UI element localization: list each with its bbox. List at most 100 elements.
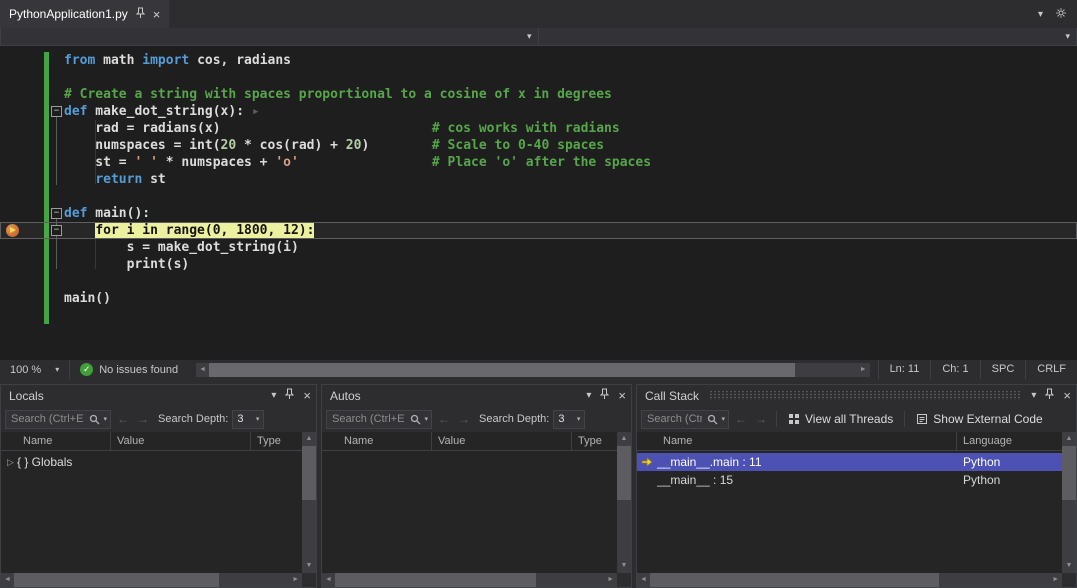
zoom-control[interactable]: 100 % ▾: [0, 360, 69, 379]
scroll-up-icon[interactable]: ▲: [618, 432, 631, 446]
code-line[interactable]: # Create a string with spaces proportion…: [0, 86, 1077, 103]
types-dropdown[interactable]: ▾: [0, 28, 539, 46]
table-row[interactable]: ▷{ } Globals: [1, 453, 302, 471]
column-header-value[interactable]: Value: [432, 432, 572, 450]
scrollbar-thumb[interactable]: [1062, 446, 1076, 500]
column-header-value[interactable]: Value: [111, 432, 251, 450]
search-depth-select[interactable]: 3 ▾: [553, 410, 585, 429]
column-indicator[interactable]: Ch: 1: [930, 360, 979, 379]
column-header-name[interactable]: Name: [637, 432, 957, 450]
search-prev-icon[interactable]: ←: [436, 412, 452, 426]
window-options-gear-icon[interactable]: [1055, 7, 1067, 22]
fold-collapse-box[interactable]: −: [51, 106, 62, 117]
code-line[interactable]: numspaces = int(20 * cos(rad) + 20) # Sc…: [0, 137, 1077, 154]
autos-title-bar[interactable]: Autos ▾ ×: [322, 385, 631, 406]
code-line[interactable]: def make_dot_string(x): ▸: [0, 103, 1077, 120]
search-input[interactable]: [9, 412, 86, 426]
scroll-right-icon[interactable]: ►: [1049, 573, 1062, 587]
scroll-left-icon[interactable]: ◄: [322, 573, 335, 587]
column-header-name[interactable]: Name: [322, 432, 432, 450]
search-prev-icon[interactable]: ←: [115, 412, 131, 426]
search-next-icon[interactable]: →: [135, 412, 151, 426]
line-ending-indicator[interactable]: CRLF: [1025, 360, 1077, 379]
stack-frame-row[interactable]: __main__.main : 11Python: [637, 453, 1062, 471]
chevron-down-icon[interactable]: ▾: [424, 415, 428, 423]
call-stack-search-box[interactable]: ▾: [641, 410, 729, 429]
scroll-left-icon[interactable]: ◄: [637, 573, 650, 587]
code-line[interactable]: [0, 69, 1077, 86]
scroll-down-icon[interactable]: ▼: [303, 559, 316, 573]
breakpoint-current-statement-icon[interactable]: [6, 224, 19, 237]
scrollbar-thumb[interactable]: [302, 446, 316, 500]
horizontal-scrollbar[interactable]: ◄ ►: [322, 573, 617, 587]
code-line[interactable]: s = make_dot_string(i): [0, 239, 1077, 256]
locals-search-box[interactable]: ▾: [5, 410, 111, 429]
column-header-name[interactable]: Name: [1, 432, 111, 450]
code-line[interactable]: from math import cos, radians: [0, 52, 1077, 69]
code-line[interactable]: return st: [0, 171, 1077, 188]
vertical-scrollbar[interactable]: ▲ ▼: [1062, 432, 1076, 573]
column-header-type[interactable]: Type: [251, 432, 302, 450]
vertical-scrollbar[interactable]: ▲ ▼: [617, 432, 631, 573]
search-prev-icon[interactable]: ←: [733, 412, 749, 426]
document-health-indicator[interactable]: ✓ No issues found: [70, 363, 188, 376]
vertical-scrollbar[interactable]: ▲ ▼: [302, 432, 316, 573]
active-files-chevron-icon[interactable]: ▾: [1038, 9, 1043, 20]
code-line[interactable]: main(): [0, 290, 1077, 307]
scroll-down-icon[interactable]: ▼: [1063, 559, 1076, 573]
pin-icon[interactable]: [1045, 388, 1054, 403]
search-depth-select[interactable]: 3 ▾: [232, 410, 264, 429]
scroll-down-icon[interactable]: ▼: [618, 559, 631, 573]
locals-title-bar[interactable]: Locals ▾ ×: [1, 385, 316, 406]
scroll-right-icon[interactable]: ►: [857, 363, 870, 377]
autos-search-box[interactable]: ▾: [326, 410, 432, 429]
drag-grip[interactable]: [709, 391, 1021, 400]
scrollbar-thumb[interactable]: [14, 573, 219, 587]
pin-icon[interactable]: [600, 388, 609, 403]
horizontal-scrollbar[interactable]: ◄ ►: [1, 573, 302, 587]
window-position-chevron-icon[interactable]: ▾: [271, 390, 276, 401]
chevron-down-icon[interactable]: ▾: [103, 415, 107, 423]
chevron-down-icon[interactable]: ▾: [721, 415, 725, 423]
close-icon[interactable]: ×: [303, 389, 311, 402]
call-stack-title-bar[interactable]: Call Stack ▾ ×: [637, 385, 1076, 406]
code-line[interactable]: [0, 273, 1077, 290]
search-next-icon[interactable]: →: [753, 412, 769, 426]
scroll-up-icon[interactable]: ▲: [303, 432, 316, 446]
close-icon[interactable]: ×: [618, 389, 626, 402]
pin-icon[interactable]: [136, 7, 145, 22]
scroll-left-icon[interactable]: ◄: [1, 573, 14, 587]
fold-collapse-box[interactable]: −: [51, 225, 62, 236]
code-line[interactable]: for i in range(0, 1800, 12):: [0, 222, 1077, 239]
code-line[interactable]: rad = radians(x) # cos works with radian…: [0, 120, 1077, 137]
scrollbar-thumb[interactable]: [617, 446, 631, 500]
members-dropdown[interactable]: ▾: [539, 28, 1077, 46]
code-line[interactable]: st = ' ' * numspaces + 'o' # Place 'o' a…: [0, 154, 1077, 171]
pin-icon[interactable]: [285, 388, 294, 403]
scrollbar-thumb[interactable]: [335, 573, 536, 587]
close-icon[interactable]: ×: [1063, 389, 1071, 402]
line-indicator[interactable]: Ln: 11: [878, 360, 931, 379]
show-external-code-button[interactable]: Show External Code: [912, 412, 1046, 426]
scroll-up-icon[interactable]: ▲: [1063, 432, 1076, 446]
scrollbar-thumb[interactable]: [209, 363, 795, 377]
stack-frame-row[interactable]: __main__ : 15Python: [637, 471, 1062, 489]
code-line[interactable]: print(s): [0, 256, 1077, 273]
view-all-threads-button[interactable]: View all Threads: [784, 412, 897, 426]
tab-pythonapplication1[interactable]: PythonApplication1.py ×: [0, 0, 169, 28]
scrollbar-thumb[interactable]: [650, 573, 939, 587]
close-icon[interactable]: ×: [153, 8, 161, 21]
column-header-type[interactable]: Type: [572, 432, 617, 450]
window-position-chevron-icon[interactable]: ▾: [1031, 390, 1036, 401]
search-input[interactable]: [330, 412, 407, 426]
scroll-right-icon[interactable]: ►: [289, 573, 302, 587]
window-position-chevron-icon[interactable]: ▾: [586, 390, 591, 401]
scroll-left-icon[interactable]: ◄: [196, 363, 209, 377]
insert-mode-indicator[interactable]: SPC: [980, 360, 1026, 379]
code-editor[interactable]: from math import cos, radians # Create a …: [0, 46, 1077, 360]
editor-horizontal-scrollbar[interactable]: ◄ ►: [196, 363, 869, 377]
horizontal-scrollbar[interactable]: ◄ ►: [637, 573, 1062, 587]
fold-collapse-box[interactable]: −: [51, 208, 62, 219]
search-input[interactable]: [645, 412, 704, 426]
column-header-language[interactable]: Language: [957, 432, 1062, 450]
